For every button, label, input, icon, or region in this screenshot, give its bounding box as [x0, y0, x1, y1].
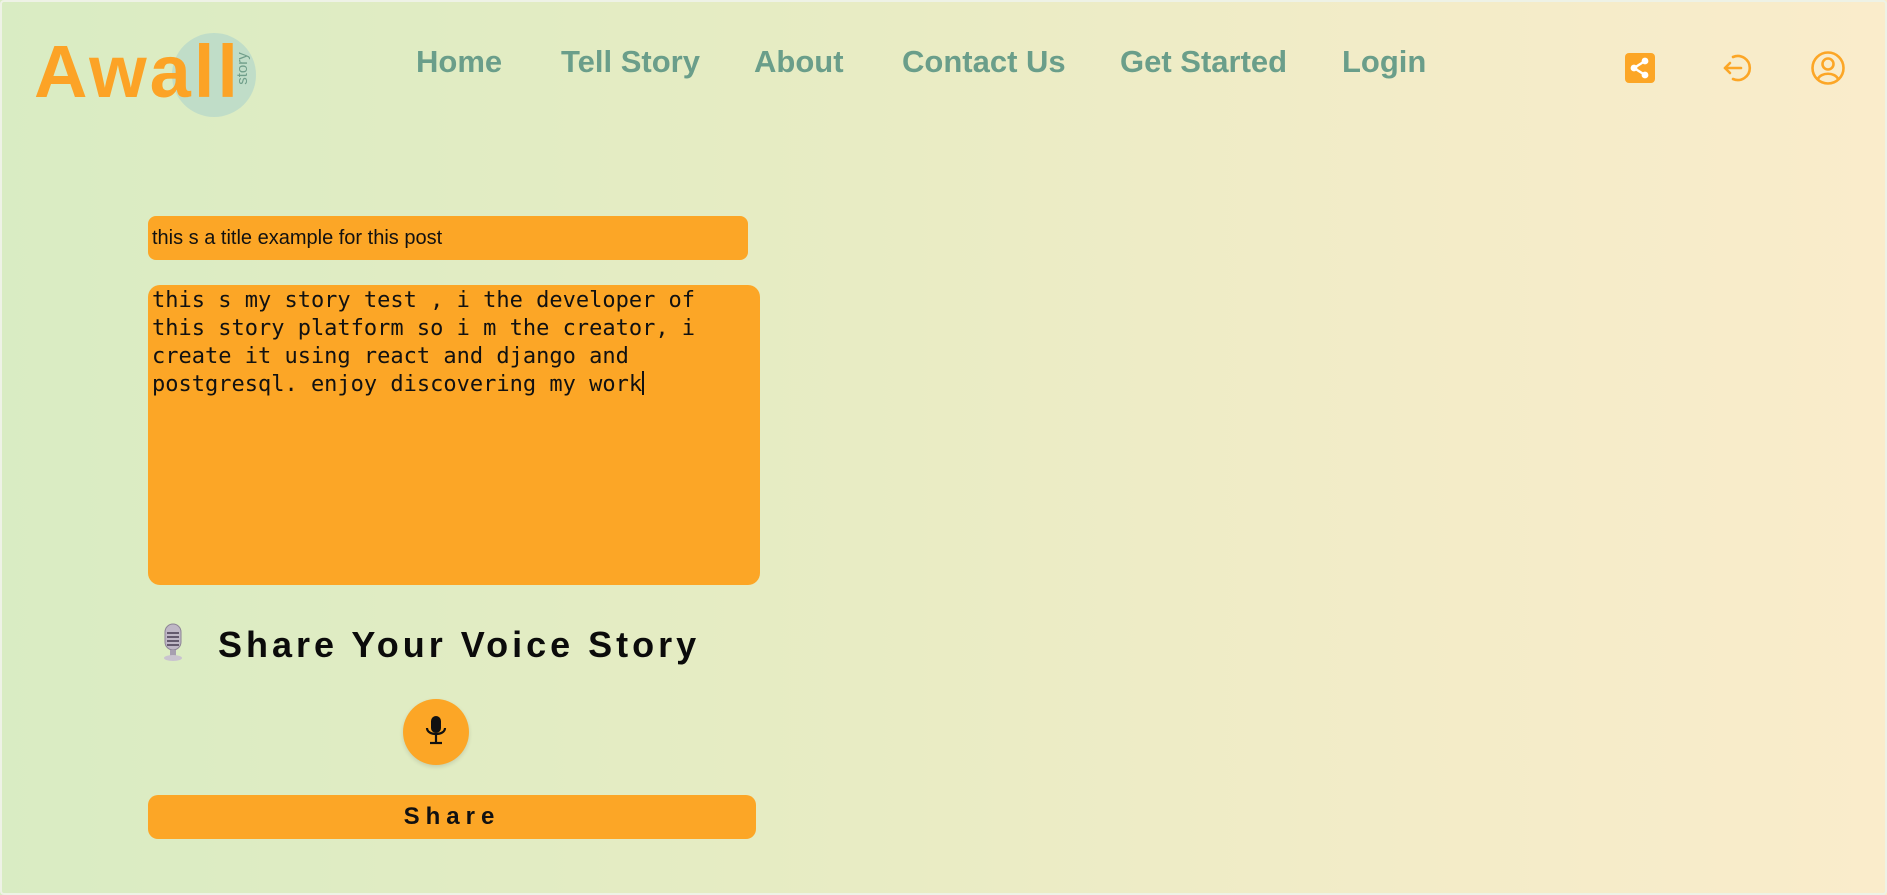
- story-textarea[interactable]: this s my story test , i the developer o…: [148, 285, 760, 585]
- voice-story-heading: Share Your Voice Story: [218, 623, 701, 665]
- voice-story-row: Share Your Voice Story: [158, 622, 700, 667]
- record-microphone-button[interactable]: [403, 699, 469, 765]
- nav-about[interactable]: About: [754, 44, 844, 80]
- nav-tell-story[interactable]: Tell Story: [561, 44, 700, 80]
- nav-login[interactable]: Login: [1342, 44, 1426, 80]
- nav-contact-us[interactable]: Contact Us: [902, 44, 1066, 80]
- logout-icon[interactable]: [1718, 48, 1758, 88]
- nav-home[interactable]: Home: [416, 44, 502, 80]
- share-button[interactable]: Share: [148, 795, 756, 839]
- microphone-icon: [423, 714, 449, 751]
- story-text: this s my story test , i the developer o…: [152, 288, 696, 397]
- text-caret: [642, 371, 645, 395]
- story-title-input[interactable]: this s a title example for this post: [148, 216, 748, 260]
- studio-microphone-icon: [158, 622, 188, 667]
- share-icon[interactable]: [1620, 48, 1660, 88]
- user-profile-icon[interactable]: [1808, 48, 1848, 88]
- logo-subtext: story: [233, 52, 251, 85]
- logo[interactable]: Awall story: [34, 30, 264, 122]
- logo-text: Awall: [34, 30, 241, 113]
- nav-get-started[interactable]: Get Started: [1120, 44, 1287, 80]
